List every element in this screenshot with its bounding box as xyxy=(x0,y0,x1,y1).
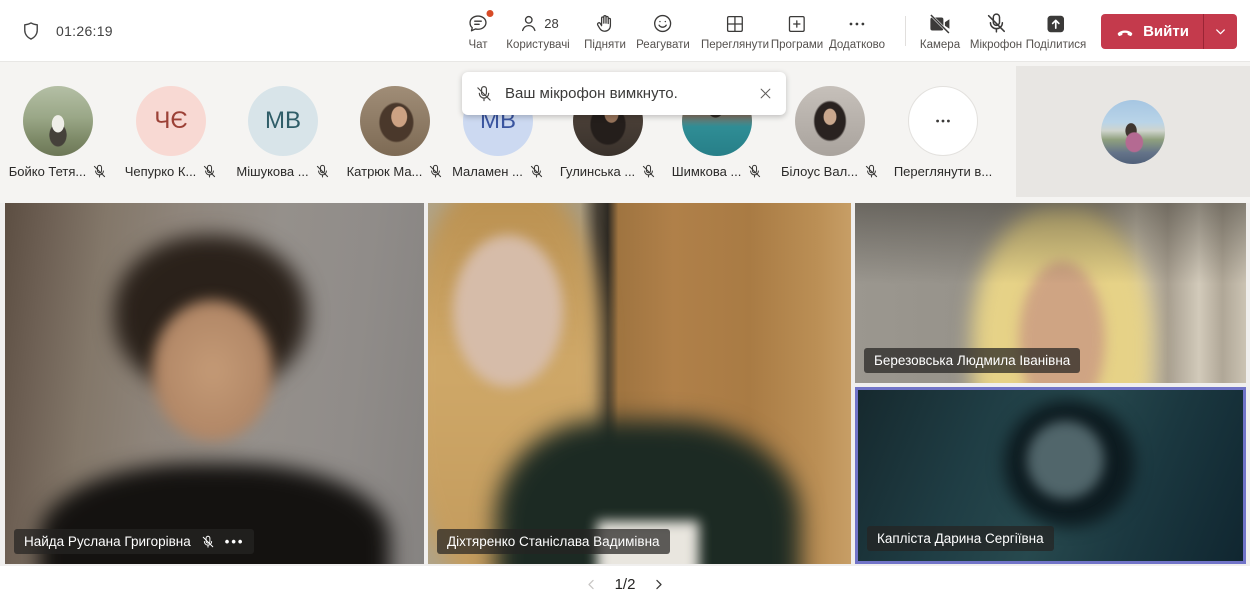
more-button[interactable]: Додатково xyxy=(829,11,885,51)
name-plate: Капліста Дарина Сергіївна xyxy=(867,526,1054,551)
self-avatar xyxy=(1101,99,1165,164)
strip-participant[interactable]: ЧЄ Чепурко К... xyxy=(115,86,227,179)
add-app-icon xyxy=(786,11,808,36)
hangup-phone-icon xyxy=(1115,22,1135,42)
name-plate: Діхтяренко Станіслава Вадимівна xyxy=(437,529,670,554)
top-toolbar: 01:26:19 Чат 28 Користувачі Підняти Реаг… xyxy=(0,0,1250,62)
mic-off-icon xyxy=(202,164,217,179)
name-plate: Березовська Людмила Іванівна xyxy=(864,348,1081,373)
video-stage: Найда Руслана Григорівна ••• Діхтяренко … xyxy=(0,203,1250,566)
mic-off-icon xyxy=(864,164,879,179)
strip-participant[interactable]: Бойко Тетя... xyxy=(2,86,114,179)
microphone-button[interactable]: Мікрофон xyxy=(970,11,1022,51)
avatar xyxy=(360,86,430,156)
view-button[interactable]: Переглянути xyxy=(701,11,769,51)
grid-view-icon xyxy=(724,11,746,36)
shield-icon xyxy=(20,20,42,42)
close-icon[interactable] xyxy=(758,86,773,101)
chat-icon xyxy=(467,9,495,36)
avatar-initials: ЧЄ xyxy=(136,86,206,156)
mic-off-icon xyxy=(92,164,107,179)
smiley-icon xyxy=(652,11,675,36)
camera-off-icon xyxy=(928,11,952,36)
toolbar-divider xyxy=(905,16,906,46)
people-icon xyxy=(517,12,540,35)
previous-page-icon[interactable] xyxy=(584,577,599,592)
view-more-participants[interactable]: Переглянути в... xyxy=(887,86,999,179)
tile-more-options-icon[interactable]: ••• xyxy=(225,534,245,549)
mic-off-icon xyxy=(984,11,1007,36)
share-button[interactable]: Поділитися xyxy=(1026,11,1086,51)
react-button[interactable]: Реагувати xyxy=(636,11,690,51)
pagination-bar: 1/2 xyxy=(0,566,1250,602)
next-page-icon[interactable] xyxy=(651,577,666,592)
leave-button[interactable]: Вийти xyxy=(1101,14,1237,49)
avatar-initials: МВ xyxy=(248,86,318,156)
chat-button[interactable]: Чат xyxy=(467,9,495,51)
strip-participant[interactable]: Білоус Вал... xyxy=(774,86,886,179)
raise-hand-button[interactable]: Підняти xyxy=(584,11,626,51)
mic-off-icon xyxy=(529,164,544,179)
mic-off-icon xyxy=(747,164,762,179)
leave-options-button[interactable] xyxy=(1204,14,1237,49)
avatar xyxy=(23,86,93,156)
avatar xyxy=(795,86,865,156)
strip-participant[interactable]: МВ Мішукова ... xyxy=(227,86,339,179)
mic-muted-toast: Ваш мікрофон вимкнуто. xyxy=(462,72,786,115)
video-tile-naida[interactable]: Найда Руслана Григорівна ••• xyxy=(5,203,424,564)
mic-off-icon xyxy=(475,85,493,103)
participant-count: 28 xyxy=(544,16,559,31)
meeting-window: 01:26:19 Чат 28 Користувачі Підняти Реаг… xyxy=(0,0,1250,602)
mic-off-icon xyxy=(641,164,656,179)
share-screen-icon xyxy=(1045,11,1067,36)
video-tile-dikhtiarenko[interactable]: Діхтяренко Станіслава Вадимівна xyxy=(428,203,851,564)
chat-notification-badge xyxy=(485,9,495,18)
video-tile-kaplista-speaking[interactable]: Капліста Дарина Сергіївна xyxy=(855,387,1246,564)
leave-button-label: Вийти xyxy=(1143,23,1189,40)
mic-off-icon xyxy=(201,535,215,549)
camera-button[interactable]: Камера xyxy=(920,11,960,51)
strip-participant[interactable]: Катрюк Ма... xyxy=(339,86,451,179)
video-tile-berezovska[interactable]: Березовська Людмила Іванівна xyxy=(855,203,1246,383)
mic-off-icon xyxy=(315,164,330,179)
apps-button[interactable]: Програми xyxy=(771,11,823,51)
meeting-timer: 01:26:19 xyxy=(56,23,113,39)
leave-button-main[interactable]: Вийти xyxy=(1101,14,1203,49)
name-plate: Найда Руслана Григорівна ••• xyxy=(14,529,255,554)
chevron-down-icon xyxy=(1213,24,1228,39)
raised-hand-icon xyxy=(594,11,616,36)
more-participants-icon xyxy=(908,86,978,156)
page-indicator: 1/2 xyxy=(614,575,636,593)
participants-button[interactable]: 28 Користувачі xyxy=(506,11,570,51)
ellipsis-icon xyxy=(846,11,868,36)
toast-message: Ваш мікрофон вимкнуто. xyxy=(505,85,678,102)
self-view-panel[interactable] xyxy=(1016,66,1250,197)
